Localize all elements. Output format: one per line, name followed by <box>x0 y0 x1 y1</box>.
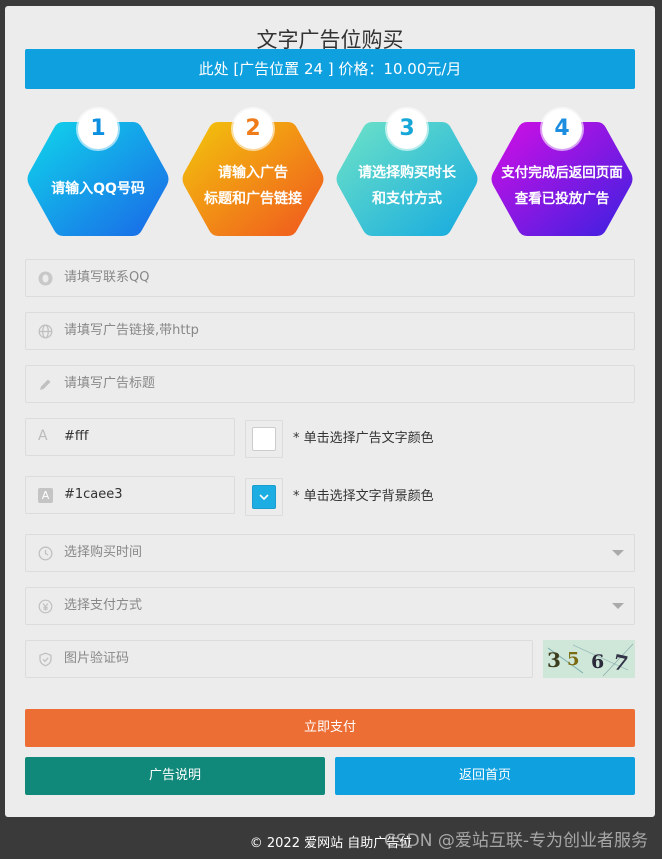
bg-color-picker[interactable] <box>245 478 283 516</box>
step-1-text: 请输入QQ号码 <box>51 181 145 197</box>
step-3-line1: 请选择购买时长 <box>358 165 456 181</box>
step-4-line2: 查看已投放广告 <box>514 191 610 207</box>
step-1: 1 请输入QQ号码 <box>25 106 171 246</box>
step-2: 2 请输入广告 标题和广告链接 <box>180 106 326 246</box>
clock-icon <box>38 546 53 561</box>
text-color-picker[interactable] <box>245 420 283 458</box>
captcha-field[interactable]: 图片验证码 <box>25 640 533 678</box>
steps-row: 1 请输入QQ号码 2 请输入广告 标题和广告链接 3 请选择购买时长 和支付方… <box>25 106 635 246</box>
step-4-number: 4 <box>542 109 582 149</box>
svg-text:7: 7 <box>611 649 631 676</box>
main-panel: 文字广告位购买 此处 [广告位置 24 ] 价格：10.00元/月 1 请输入Q… <box>5 6 655 817</box>
svg-text:5: 5 <box>567 649 580 670</box>
text-color-swatch <box>252 427 276 451</box>
globe-icon <box>38 324 53 339</box>
bg-color-field[interactable]: A #1caee3 <box>25 476 235 514</box>
step-3-text: 请选择购买时长 和支付方式 <box>344 160 470 212</box>
step-2-number: 2 <box>233 109 273 149</box>
bg-color-hint: * 单击选择文字背景颜色 <box>293 489 434 504</box>
payment-method-placeholder: 选择支付方式 <box>64 598 143 613</box>
qq-field[interactable]: 请填写联系QQ <box>25 259 635 297</box>
step-4: 4 支付完成后返回页面 查看已投放广告 <box>489 106 635 246</box>
captcha-placeholder: 图片验证码 <box>64 651 130 666</box>
yen-icon <box>38 599 53 614</box>
captcha-image[interactable]: 3 5 6 7 <box>543 640 635 678</box>
pencil-icon <box>38 377 53 392</box>
price-bar: 此处 [广告位置 24 ] 价格：10.00元/月 <box>25 49 635 89</box>
ad-explain-button[interactable]: 广告说明 <box>25 757 325 795</box>
text-color-hint: * 单击选择广告文字颜色 <box>293 431 434 446</box>
pay-now-button[interactable]: 立即支付 <box>25 709 635 747</box>
font-icon: A <box>38 428 48 444</box>
purchase-time-placeholder: 选择购买时间 <box>64 545 143 560</box>
bg-color-swatch <box>252 485 276 509</box>
step-3-line2: 和支付方式 <box>372 191 442 207</box>
ad-link-placeholder: 请填写广告链接,带http <box>64 323 199 338</box>
step-4-line1: 支付完成后返回页面 <box>501 165 623 181</box>
step-3: 3 请选择购买时长 和支付方式 <box>334 106 480 246</box>
svg-text:3: 3 <box>547 648 561 672</box>
font-bg-icon: A <box>38 488 53 503</box>
bg-color-value: #1caee3 <box>64 487 123 502</box>
step-2-line1: 请输入广告 <box>218 165 288 181</box>
qq-icon <box>38 271 53 286</box>
step-1-number: 1 <box>78 109 118 149</box>
qq-placeholder: 请填写联系QQ <box>64 270 150 285</box>
text-color-field[interactable]: A #fff <box>25 418 235 456</box>
ad-link-field[interactable]: 请填写广告链接,带http <box>25 312 635 350</box>
shield-icon <box>38 652 53 667</box>
dropdown-caret-icon <box>612 550 624 556</box>
step-2-line2: 标题和广告链接 <box>204 191 302 207</box>
ad-title-field[interactable]: 请填写广告标题 <box>25 365 635 403</box>
payment-method-select[interactable]: 选择支付方式 <box>25 587 635 625</box>
svg-text:6: 6 <box>591 651 604 673</box>
step-3-number: 3 <box>387 109 427 149</box>
dropdown-caret-icon <box>612 603 624 609</box>
back-home-button[interactable]: 返回首页 <box>335 757 635 795</box>
chevron-down-icon <box>259 494 269 501</box>
purchase-time-select[interactable]: 选择购买时间 <box>25 534 635 572</box>
text-color-value: #fff <box>64 429 89 444</box>
watermark: CSDN @爱站互联-专为创业者服务 <box>383 831 648 851</box>
step-4-text: 支付完成后返回页面 查看已投放广告 <box>499 160 625 212</box>
ad-title-placeholder: 请填写广告标题 <box>64 376 156 391</box>
step-2-text: 请输入广告 标题和广告链接 <box>190 160 316 212</box>
